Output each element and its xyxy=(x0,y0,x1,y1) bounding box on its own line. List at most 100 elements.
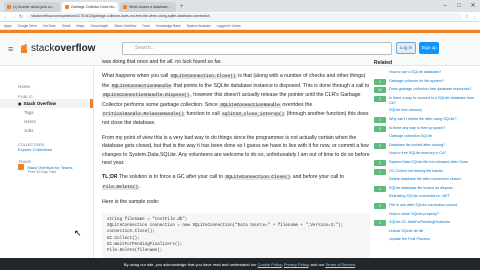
related-question-link[interactable]: Why can't I delete file after using SQLi… xyxy=(389,117,457,123)
answer-paragraph: From my point of view this is a very bad… xyxy=(102,134,370,167)
related-question[interactable]: Releasing SQLite connection in .NET xyxy=(374,194,480,201)
related-question-link[interactable]: Does garbage collection free database re… xyxy=(389,87,471,93)
tab-title: (1) Answer about java co... xyxy=(13,5,55,9)
search-input[interactable]: Search... xyxy=(122,42,392,55)
privacy-policy-link[interactable]: Privacy Policy xyxy=(284,262,309,267)
related-question-link[interactable]: SQLite free memory xyxy=(389,108,422,114)
sidebar-item-jobs[interactable]: Jobs xyxy=(0,126,93,135)
globe-icon: ◉ xyxy=(18,101,22,106)
explore-collectives-link[interactable]: Explore Collectives xyxy=(0,147,93,152)
terms-of-service-link[interactable]: Terms of Service xyxy=(325,262,355,267)
related-question[interactable]: 16 Does garbage collection free database … xyxy=(374,87,480,94)
bookmark-item[interactable]: Stack Overflow xyxy=(114,24,136,28)
related-question-link[interactable]: Is there any way to free up space? xyxy=(389,126,445,132)
related-question-link[interactable]: Unlock SQLite db file xyxy=(389,229,423,235)
bookmark-item[interactable]: YouTube xyxy=(43,24,56,28)
related-question-link[interactable]: Is there a way to connect to a SQLite da… xyxy=(389,96,480,106)
forward-icon[interactable]: → xyxy=(11,14,16,20)
related-question-link[interactable]: Garbage collector for file system? xyxy=(389,79,444,85)
related-question[interactable]: 2 Why can't I delete file after using SQL… xyxy=(374,116,480,123)
related-question[interactable]: 5 Is there any way to free up space? xyxy=(374,125,480,132)
cookie-policy-link[interactable]: Cookie Policy xyxy=(258,262,282,267)
related-question-link[interactable]: File in use after SQLite connection clos… xyxy=(389,203,457,209)
inline-code: SQLiteConnection.Close() xyxy=(224,175,292,181)
signup-button[interactable]: Sign up xyxy=(419,42,439,54)
related-score-badge: 1 xyxy=(374,168,386,175)
related-question-link[interactable]: Releasing SQLite connection in .NET xyxy=(389,194,450,200)
bookmark-item[interactable]: Gmail xyxy=(62,24,71,28)
cookie-banner: By using our site, you acknowledge that … xyxy=(0,258,480,270)
related-question-link[interactable]: How to close SQLite properly? xyxy=(389,212,439,218)
related-question-link[interactable]: How to use a SQLite database? xyxy=(389,70,441,76)
related-header: Related xyxy=(374,60,393,66)
tab-title: What causes a database... xyxy=(129,5,171,9)
inline-code: CriticalHandle.ReleaseHandle() xyxy=(102,112,186,118)
related-question-link[interactable]: System.Data.SQLite file not released aft… xyxy=(389,160,468,166)
inline-code: SQLiteConnectionHandle xyxy=(110,83,173,89)
related-question-link[interactable]: SQLite database file locked on dispose xyxy=(389,186,453,192)
bookmark-item[interactable]: Apps xyxy=(4,24,12,28)
related-question-link[interactable]: Database file locked after closing? xyxy=(389,143,445,149)
bookmark-item[interactable]: Google Drive xyxy=(18,24,37,28)
bookmark-item[interactable]: Scrum/Agile xyxy=(90,24,108,28)
sidebar-item-stack-overflow[interactable]: ◉ Stack Overflow xyxy=(0,99,93,108)
related-question[interactable]: 1 SQLite GC WaitForPendingFinalizers xyxy=(374,220,480,227)
related-question[interactable]: Update the Post Process xyxy=(374,237,480,244)
related-question[interactable]: 2 File in use after SQLite connection clo… xyxy=(374,202,480,209)
related-question[interactable]: 3 System.Data.SQLite file not released af… xyxy=(374,159,480,166)
sidebar-item-home[interactable]: Home xyxy=(0,82,93,91)
sidebar-item-tags[interactable]: Tags xyxy=(0,108,93,117)
menu-icon[interactable]: ⋮ xyxy=(472,14,477,20)
related-question[interactable]: 3 Is there a way to connect to a SQLite d… xyxy=(374,95,480,106)
related-question-link[interactable]: Delete database file after connection cl… xyxy=(389,177,461,183)
browser-tab-active[interactable]: Garbage Collector Does No... xyxy=(62,2,118,12)
related-question[interactable]: How to use a SQLite database? xyxy=(374,70,480,76)
bookmark-item[interactable]: Docs xyxy=(142,24,150,28)
minimize-icon[interactable]: – xyxy=(438,0,452,12)
related-score-badge: 2 xyxy=(374,202,386,209)
bookmark-item[interactable]: Logged in Users xyxy=(217,24,241,28)
related-question-link[interactable]: Update the Post Process xyxy=(389,237,430,243)
reload-icon[interactable]: ↻ xyxy=(19,14,23,20)
maximize-icon[interactable]: □ xyxy=(452,0,466,12)
inline-code: SQLiteConnection.Close() xyxy=(169,74,237,80)
related-question[interactable]: Garbage collection SQLite xyxy=(374,134,480,141)
related-question[interactable]: How to free SQLite memory in C#? xyxy=(374,151,480,158)
related-question[interactable]: 2 Database file locked after closing? xyxy=(374,142,480,149)
related-score-badge xyxy=(374,70,386,76)
hamburger-menu-icon[interactable]: ≡ xyxy=(8,44,13,54)
related-question-link[interactable]: Garbage collection SQLite xyxy=(389,134,432,140)
related-questions-sidebar: Related How to use a SQLite database? 1 Ga… xyxy=(374,58,480,270)
answer-paragraph: was doing that once and for all. no luck… xyxy=(102,59,222,65)
related-score-badge xyxy=(374,237,386,244)
new-tab-button[interactable]: + xyxy=(180,2,184,12)
url-input[interactable]: stackoverflow.com/questions/11761613/gar… xyxy=(26,13,462,20)
related-score-badge xyxy=(374,134,386,141)
bookmark-item[interactable]: Maps xyxy=(76,24,84,28)
browser-tab[interactable]: (1) Answer about java co... xyxy=(4,2,60,12)
close-icon[interactable]: ✕ xyxy=(466,0,480,12)
related-question-link[interactable]: How to free SQLite memory in C#? xyxy=(389,151,446,157)
sidebar-item-users[interactable]: Users xyxy=(0,117,93,126)
login-button[interactable]: Log in xyxy=(396,42,416,54)
star-icon[interactable]: ☆ xyxy=(465,14,469,20)
bookmark-item[interactable]: Knowledge Base xyxy=(156,24,181,28)
related-question[interactable]: SQLite free memory xyxy=(374,108,480,115)
related-question[interactable]: How to close SQLite properly? xyxy=(374,211,480,218)
related-score-badge: 3 xyxy=(374,95,386,102)
related-list: How to use a SQLite database? 1 Garbage co… xyxy=(374,70,480,244)
related-question[interactable]: 1 GC.Collect not freeing file handle xyxy=(374,168,480,175)
related-question-link[interactable]: GC.Collect not freeing file handle xyxy=(389,169,443,175)
back-icon[interactable]: ← xyxy=(3,14,8,20)
related-score-badge xyxy=(374,194,386,201)
related-question[interactable]: 1 Garbage collector for file system? xyxy=(374,78,480,85)
site-logo[interactable]: stackoverflow xyxy=(20,42,95,54)
related-question[interactable]: Unlock SQLite db file xyxy=(374,228,480,235)
logo-text: stackoverflow xyxy=(31,42,96,54)
related-question-link[interactable]: SQLite GC WaitForPendingFinalizers xyxy=(389,220,450,226)
related-question[interactable]: 4 SQLite database file locked on dispose xyxy=(374,185,480,192)
mouse-cursor-icon: ↖ xyxy=(74,228,82,238)
related-question[interactable]: Delete database file after connection cl… xyxy=(374,177,480,184)
bookmark-item[interactable]: System Analysis xyxy=(187,24,211,28)
browser-tab[interactable]: What causes a database... xyxy=(120,2,176,12)
